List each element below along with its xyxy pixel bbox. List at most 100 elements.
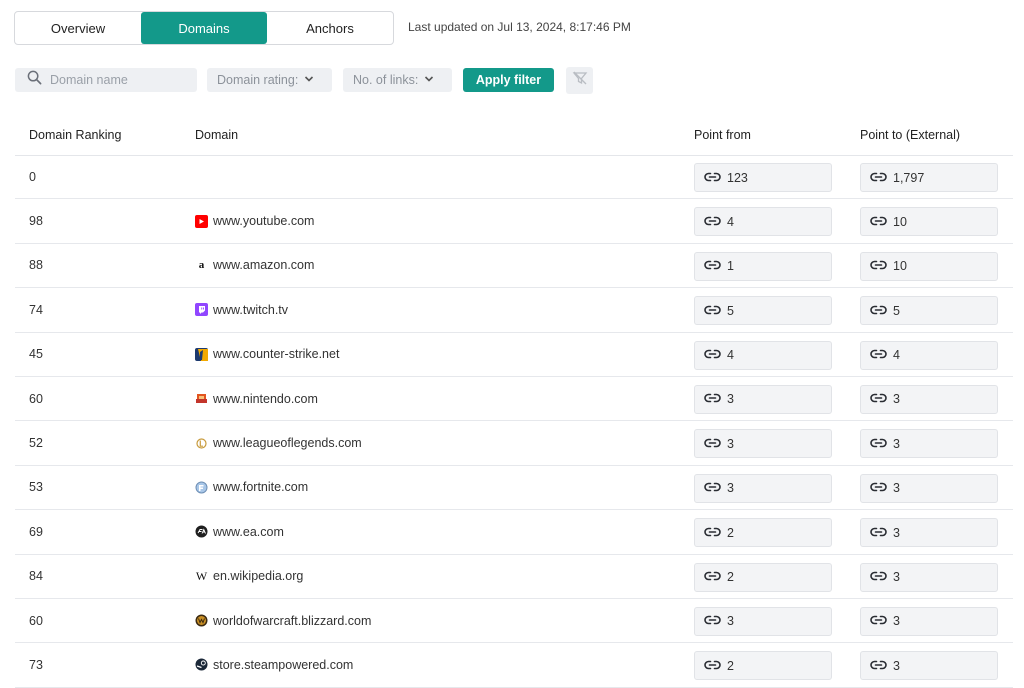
- domain-cell: www.ea.com: [195, 510, 284, 553]
- point-to-count: 3: [893, 525, 900, 540]
- link-icon: [870, 437, 887, 451]
- table-row[interactable]: 0 123 1,797: [15, 155, 1013, 200]
- point-from-badge[interactable]: 3: [694, 473, 832, 503]
- table-row[interactable]: 53 www.fortnite.com 3 3: [15, 466, 1013, 511]
- domain-ranking-cell: 45: [29, 347, 43, 362]
- domain-rating-label: Domain rating:: [217, 73, 299, 87]
- point-to-badge[interactable]: 3: [860, 518, 998, 548]
- domain-rating-dropdown[interactable]: Domain rating:: [207, 68, 332, 92]
- domain-link[interactable]: worldofwarcraft.blizzard.com: [213, 614, 371, 628]
- point-from-count: 3: [727, 436, 734, 451]
- link-icon: [870, 304, 887, 318]
- domain-cell: www.fortnite.com: [195, 466, 308, 509]
- domain-link[interactable]: en.wikipedia.org: [213, 569, 303, 583]
- link-icon: [704, 259, 721, 273]
- domain-cell: a www.amazon.com: [195, 244, 315, 287]
- domain-cell: worldofwarcraft.blizzard.com: [195, 599, 371, 642]
- tab-anchors[interactable]: Anchors: [267, 12, 393, 44]
- table-row[interactable]: 98 www.youtube.com 4 10: [15, 199, 1013, 244]
- table-row[interactable]: 60 www.nintendo.com 3 3: [15, 377, 1013, 422]
- tab-overview[interactable]: Overview: [15, 12, 141, 44]
- point-to-badge[interactable]: 10: [860, 251, 998, 281]
- link-icon: [704, 304, 721, 318]
- domain-ranking-cell: 98: [29, 214, 43, 229]
- clear-filter-button[interactable]: [566, 67, 593, 94]
- domain-cell: www.twitch.tv: [195, 288, 288, 331]
- point-from-count: 2: [727, 525, 734, 540]
- point-to-badge[interactable]: 3: [860, 429, 998, 459]
- wikipedia-icon: W: [195, 568, 208, 583]
- point-to-count: 3: [893, 658, 900, 673]
- link-icon: [870, 259, 887, 273]
- table-row[interactable]: 60 worldofwarcraft.blizzard.com 3 3: [15, 599, 1013, 644]
- point-to-badge[interactable]: 3: [860, 606, 998, 636]
- domain-cell: www.counter-strike.net: [195, 333, 339, 376]
- table-row[interactable]: 73 store.steampowered.com 2 3: [15, 643, 1013, 688]
- table-row[interactable]: 45 www.counter-strike.net 4 4: [15, 333, 1013, 377]
- link-icon: [704, 171, 721, 185]
- ea-icon: [195, 525, 208, 538]
- domain-ranking-cell: 0: [29, 169, 36, 184]
- domain-link[interactable]: www.ea.com: [213, 525, 284, 539]
- point-to-count: 3: [893, 614, 900, 629]
- chevron-down-icon: [304, 73, 314, 87]
- last-updated-text: Last updated on Jul 13, 2024, 8:17:46 PM: [408, 20, 631, 34]
- point-to-badge[interactable]: 1,797: [860, 163, 998, 192]
- table-row[interactable]: 52 www.leagueoflegends.com 3 3: [15, 421, 1013, 466]
- domain-ranking-cell: 60: [29, 391, 43, 406]
- point-from-badge[interactable]: 2: [694, 651, 832, 681]
- point-from-badge[interactable]: 3: [694, 384, 832, 414]
- point-to-badge[interactable]: 3: [860, 651, 998, 681]
- table-row[interactable]: 69 www.ea.com 2 3: [15, 510, 1013, 555]
- tab-domains[interactable]: Domains: [141, 12, 267, 44]
- links-count-dropdown[interactable]: No. of links:: [343, 68, 452, 92]
- domain-cell: www.nintendo.com: [195, 377, 318, 420]
- table-row[interactable]: 84 Wen.wikipedia.org 2 3: [15, 555, 1013, 599]
- point-from-badge[interactable]: 4: [694, 340, 832, 370]
- domain-link[interactable]: www.nintendo.com: [213, 392, 318, 406]
- point-to-badge[interactable]: 3: [860, 562, 998, 592]
- point-to-badge[interactable]: 10: [860, 207, 998, 237]
- fortnite-icon: [195, 481, 208, 494]
- point-to-badge[interactable]: 5: [860, 296, 998, 326]
- nintendo-icon: [195, 392, 208, 405]
- point-to-count: 3: [893, 481, 900, 496]
- point-to-count: 10: [893, 214, 907, 229]
- point-from-count: 123: [727, 170, 748, 185]
- view-tabs: Overview Domains Anchors: [14, 11, 394, 45]
- domain-link[interactable]: store.steampowered.com: [213, 658, 353, 672]
- point-from-badge[interactable]: 2: [694, 562, 832, 592]
- point-from-badge[interactable]: 3: [694, 606, 832, 636]
- point-from-count: 5: [727, 303, 734, 318]
- domain-ranking-cell: 73: [29, 657, 43, 672]
- column-header-point-to[interactable]: Point to (External): [860, 128, 960, 142]
- table-row[interactable]: 88 a www.amazon.com 1 10: [15, 244, 1013, 289]
- link-icon: [870, 614, 887, 628]
- point-to-badge[interactable]: 4: [860, 340, 998, 370]
- link-icon: [704, 215, 721, 229]
- domain-link[interactable]: www.amazon.com: [213, 258, 314, 272]
- column-header-ranking[interactable]: Domain Ranking: [29, 128, 121, 142]
- column-header-point-from[interactable]: Point from: [694, 128, 751, 142]
- point-to-badge[interactable]: 3: [860, 384, 998, 414]
- column-header-domain[interactable]: Domain: [195, 128, 238, 142]
- domain-search-field[interactable]: [15, 68, 197, 92]
- apply-filter-button[interactable]: Apply filter: [463, 68, 554, 92]
- point-to-badge[interactable]: 3: [860, 473, 998, 503]
- point-from-badge[interactable]: 123: [694, 163, 832, 192]
- domain-link[interactable]: www.youtube.com: [213, 214, 314, 228]
- point-from-badge[interactable]: 5: [694, 296, 832, 326]
- link-icon: [704, 659, 721, 673]
- youtube-icon: [195, 214, 208, 228]
- table-row[interactable]: 74 www.twitch.tv 5 5: [15, 288, 1013, 333]
- domain-link[interactable]: www.fortnite.com: [213, 480, 308, 494]
- point-from-badge[interactable]: 1: [694, 251, 832, 281]
- point-from-badge[interactable]: 4: [694, 207, 832, 237]
- domain-search-input[interactable]: [48, 72, 192, 88]
- domain-link[interactable]: www.twitch.tv: [213, 303, 288, 317]
- domain-link[interactable]: www.leagueoflegends.com: [213, 436, 362, 450]
- point-from-badge[interactable]: 3: [694, 429, 832, 459]
- point-from-badge[interactable]: 2: [694, 518, 832, 548]
- domain-cell: www.leagueoflegends.com: [195, 421, 362, 464]
- domain-link[interactable]: www.counter-strike.net: [213, 347, 339, 361]
